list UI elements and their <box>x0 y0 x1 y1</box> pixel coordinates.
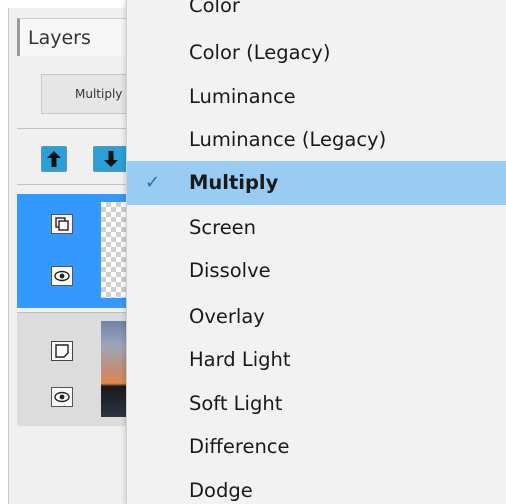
menu-item-dissolve[interactable]: Dissolve <box>127 249 506 293</box>
menu-item-color-legacy[interactable]: Color (Legacy) <box>127 31 506 75</box>
blend-mode-dropdown[interactable]: Multiply <box>41 74 129 114</box>
move-layer-down-button[interactable] <box>93 146 127 172</box>
layer-properties-icon[interactable] <box>51 341 73 361</box>
menu-item-overlay[interactable]: Overlay <box>127 295 506 339</box>
divider <box>17 184 129 185</box>
menu-item-color[interactable]: Color <box>127 0 506 28</box>
menu-item-label: Overlay <box>189 305 265 328</box>
layers-tab[interactable]: Layers <box>17 18 127 56</box>
menu-item-luminance[interactable]: Luminance <box>127 75 506 119</box>
layer-properties-icon[interactable] <box>51 214 73 234</box>
eye-icon <box>54 391 70 403</box>
layers-panel: Layers Multiply <box>8 8 139 504</box>
layer-row-active[interactable] <box>17 194 139 308</box>
arrow-down-icon <box>103 151 118 167</box>
menu-item-label: Luminance (Legacy) <box>189 128 387 151</box>
stacked-pages-icon <box>55 217 69 231</box>
menu-item-label: Color <box>189 0 240 17</box>
menu-item-label: Dodge <box>189 479 253 502</box>
menu-item-label: Soft Light <box>189 392 283 415</box>
menu-item-soft-light[interactable]: Soft Light <box>127 382 506 426</box>
menu-item-luminance-legacy[interactable]: Luminance (Legacy) <box>127 118 506 162</box>
menu-item-hard-light[interactable]: Hard Light <box>127 338 506 382</box>
menu-item-multiply[interactable]: ✓ Multiply <box>127 161 506 205</box>
visibility-icon[interactable] <box>51 266 73 286</box>
menu-item-label: Dissolve <box>189 259 271 282</box>
menu-item-label: Screen <box>189 216 257 239</box>
eye-icon <box>54 270 70 282</box>
menu-item-label: Color (Legacy) <box>189 41 331 64</box>
divider <box>17 128 129 129</box>
layer-row-background[interactable] <box>17 312 139 426</box>
checkmark-icon: ✓ <box>145 172 161 193</box>
menu-item-label: Hard Light <box>189 348 291 371</box>
blend-mode-menu: Color Color (Legacy) Luminance Luminance… <box>126 0 506 504</box>
move-layer-up-button[interactable] <box>41 146 67 172</box>
menu-item-label: Difference <box>189 435 290 458</box>
menu-item-dodge[interactable]: Dodge <box>127 469 506 504</box>
menu-item-label: Luminance <box>189 85 296 108</box>
menu-item-difference[interactable]: Difference <box>127 425 506 469</box>
page-icon <box>55 344 69 358</box>
menu-item-label: Multiply <box>189 171 279 194</box>
menu-item-screen[interactable]: Screen <box>127 206 506 250</box>
visibility-icon[interactable] <box>51 387 73 407</box>
arrow-up-icon <box>47 151 61 167</box>
